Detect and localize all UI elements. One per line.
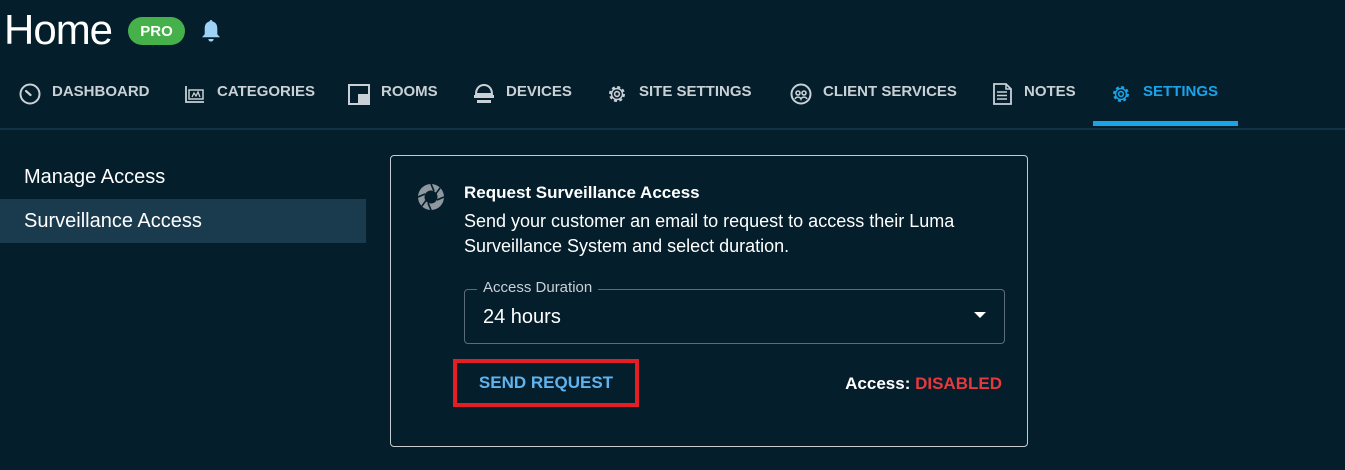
access-status-label: Access:	[845, 374, 911, 393]
access-status: Access: DISABLED	[845, 374, 1002, 394]
gear-icon	[1113, 86, 1129, 102]
tab-label: SITE SETTINGS	[639, 83, 752, 100]
access-duration-value: 24 hours	[483, 306, 561, 328]
header: Home PRO	[0, 0, 1345, 62]
access-status-value: DISABLED	[915, 374, 1002, 393]
card-description: Send your customer an email to request t…	[464, 211, 955, 256]
tab-label: DEVICES	[506, 83, 572, 100]
gear-icon	[609, 86, 625, 102]
sidebar-item-label: Surveillance Access	[24, 209, 202, 232]
nav-tabs: DASHBOARD CATEGORIES ROOMS DEVICES SITE …	[0, 72, 1345, 130]
camera-shutter-icon	[417, 183, 445, 211]
bell-icon[interactable]	[199, 18, 223, 44]
card-title: Request Surveillance Access	[464, 183, 700, 202]
gauge-icon	[19, 83, 41, 105]
access-duration-label: Access Duration	[477, 279, 599, 296]
categories-icon	[185, 86, 204, 103]
access-duration-select[interactable]: Access Duration 24 hours	[464, 279, 1005, 344]
tab-label: SETTINGS	[1143, 83, 1219, 100]
tab-devices[interactable]: DEVICES	[472, 72, 572, 126]
tab-settings[interactable]: SETTINGS	[1109, 72, 1218, 126]
sidebar-item-surveillance-access[interactable]: Surveillance Access	[0, 199, 366, 243]
tab-label: DASHBOARD	[52, 83, 150, 100]
tab-client-services[interactable]: CLIENT SERVICES	[789, 72, 957, 126]
tab-categories[interactable]: CATEGORIES	[183, 72, 315, 126]
tab-label: CLIENT SERVICES	[823, 83, 957, 100]
sidebar-item-label: Manage Access	[24, 165, 166, 188]
page-title: Home	[4, 6, 113, 53]
send-request-button[interactable]: SEND REQUEST	[453, 359, 639, 407]
client-services-icon	[790, 83, 812, 105]
notes-icon	[993, 83, 1012, 105]
pro-badge: PRO	[128, 17, 185, 45]
tab-label: CATEGORIES	[217, 83, 316, 100]
sidebar: Manage Access Surveillance Access	[0, 155, 366, 243]
tab-label: ROOMS	[381, 83, 438, 100]
surveillance-access-card: Request Surveillance Access Send your cu…	[390, 155, 1028, 447]
sidebar-item-manage-access[interactable]: Manage Access	[0, 155, 366, 199]
tab-notes[interactable]: NOTES	[990, 72, 1076, 126]
active-tab-indicator	[1093, 121, 1238, 126]
chevron-down-icon	[974, 312, 986, 318]
tab-dashboard[interactable]: DASHBOARD	[18, 72, 150, 126]
tab-site-settings[interactable]: SITE SETTINGS	[605, 72, 752, 126]
tab-rooms[interactable]: ROOMS	[347, 72, 438, 126]
tab-label: NOTES	[1024, 83, 1076, 100]
page: Home PRO DASHBOARD CATEGORIES ROOMS DEVI…	[0, 0, 1345, 470]
rooms-icon	[348, 84, 370, 105]
devices-icon	[474, 83, 494, 103]
